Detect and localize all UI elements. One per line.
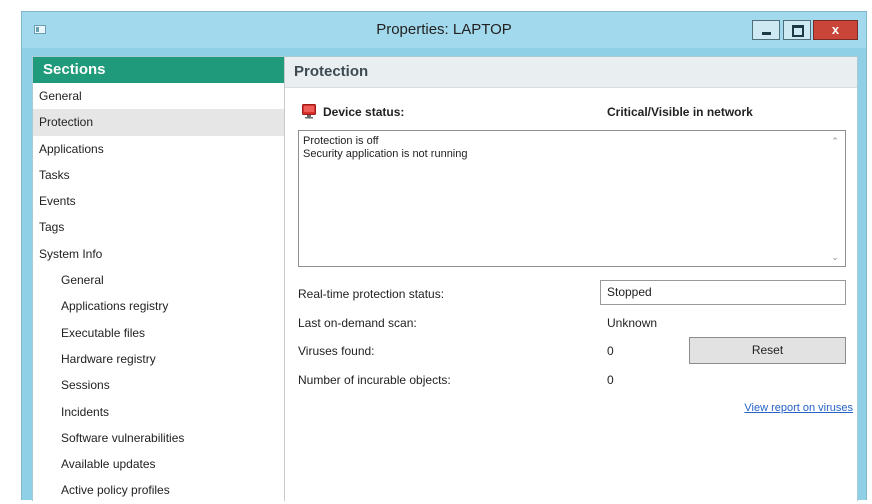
sidebar-item-system-info[interactable]: System Info xyxy=(33,241,284,267)
sidebar-item-software-vulnerabilities[interactable]: Software vulnerabilities xyxy=(33,425,284,451)
close-button[interactable]: x xyxy=(813,20,858,40)
sidebar-item-sessions[interactable]: Sessions xyxy=(33,372,284,398)
sidebar-item-incidents[interactable]: Incidents xyxy=(33,399,284,425)
sidebar-item-applications-registry[interactable]: Applications registry xyxy=(33,293,284,319)
sections-list: General Protection Applications Tasks Events… xyxy=(33,83,284,504)
scroll-up-arrow-icon[interactable]: ⌃ xyxy=(829,135,841,147)
sidebar-item-available-updates[interactable]: Available updates xyxy=(33,451,284,477)
sidebar-item-general[interactable]: General xyxy=(33,83,284,109)
sidebar-item-tags[interactable]: Tags xyxy=(33,214,284,240)
maximize-button[interactable] xyxy=(783,20,811,40)
device-status-label: Device status: xyxy=(323,105,405,119)
status-details-box[interactable]: Protection is off Security application is… xyxy=(298,130,846,267)
viruses-found-value: 0 xyxy=(607,344,614,358)
status-lines: Protection is off Security application is… xyxy=(299,135,845,161)
reset-button[interactable]: Reset xyxy=(689,337,846,364)
incurable-objects-value: 0 xyxy=(607,373,614,387)
panel-title: Protection xyxy=(285,57,857,88)
properties-window: Properties: LAPTOP x Sections General Pro… xyxy=(21,11,867,501)
title-bar[interactable]: Properties: LAPTOP x xyxy=(22,12,866,48)
protection-panel: Protection Device status: Critical/Visib… xyxy=(285,57,857,501)
sidebar-item-hardware-registry[interactable]: Hardware registry xyxy=(33,346,284,372)
sections-sidebar: Sections General Protection Applications Ta… xyxy=(33,57,285,501)
incurable-objects-label: Number of incurable objects: xyxy=(298,373,451,387)
viruses-found-label: Viruses found: xyxy=(298,344,375,358)
sidebar-item-applications[interactable]: Applications xyxy=(33,136,284,162)
minimize-button[interactable] xyxy=(752,20,780,40)
last-scan-value: Unknown xyxy=(607,316,658,330)
window-title: Properties: LAPTOP xyxy=(376,21,512,38)
realtime-protection-label: Real-time protection status: xyxy=(298,287,445,301)
view-report-link[interactable]: View report on viruses xyxy=(744,402,853,414)
device-status-value: Critical/Visible in network xyxy=(607,105,753,119)
sidebar-item-events[interactable]: Events xyxy=(33,188,284,214)
monitor-alert-icon xyxy=(302,104,316,119)
sidebar-item-protection[interactable]: Protection xyxy=(33,109,284,136)
dialog-client-area: Sections General Protection Applications Ta… xyxy=(32,56,858,501)
realtime-protection-field[interactable]: Stopped xyxy=(600,280,846,305)
last-scan-label: Last on-demand scan: xyxy=(298,316,417,330)
sidebar-item-executable-files[interactable]: Executable files xyxy=(33,320,284,346)
vertical-scrollbar[interactable]: ⌃ ⌄ xyxy=(827,131,845,266)
status-line: Security application is not running xyxy=(303,148,468,160)
scroll-down-arrow-icon[interactable]: ⌄ xyxy=(829,251,841,263)
status-line: Protection is off xyxy=(303,135,379,147)
sections-header: Sections xyxy=(33,57,284,83)
sidebar-item-tasks[interactable]: Tasks xyxy=(33,162,284,188)
sidebar-item-general[interactable]: General xyxy=(33,267,284,293)
